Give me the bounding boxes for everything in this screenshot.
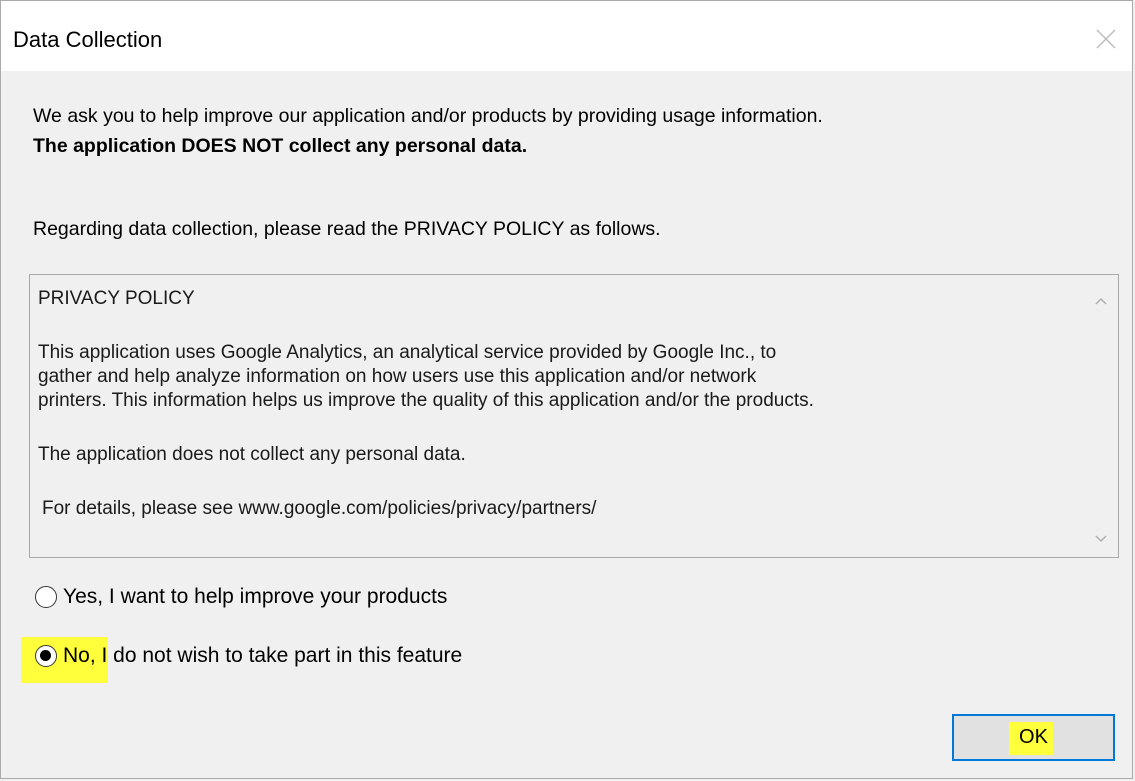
option-yes-label: Yes, I want to help improve your product… xyxy=(63,585,448,608)
policy-scrollbar[interactable] xyxy=(1084,275,1118,557)
policy-heading: PRIVACY POLICY xyxy=(38,288,195,309)
regarding-text: Regarding data collection, please read t… xyxy=(33,218,661,240)
option-yes[interactable]: Yes, I want to help improve your product… xyxy=(35,585,447,609)
radio-no[interactable] xyxy=(35,645,57,667)
dialog-title: Data Collection xyxy=(13,27,163,52)
close-icon xyxy=(1096,29,1116,49)
intro-text: We ask you to help improve our applicati… xyxy=(33,101,823,161)
scroll-up-icon[interactable] xyxy=(1092,293,1110,311)
policy-no-personal-data: The application does not collect any per… xyxy=(38,444,466,465)
option-no-label: No, I do not wish to take part in this f… xyxy=(63,644,463,667)
intro-line: We ask you to help improve our applicati… xyxy=(33,105,823,127)
policy-details-link: For details, please see www.google.com/p… xyxy=(42,498,597,519)
privacy-policy-text: PRIVACY POLICY This application uses Goo… xyxy=(38,287,1078,521)
ok-button[interactable]: OK xyxy=(952,714,1115,761)
title-bar: Data Collection xyxy=(1,1,1132,71)
policy-line: gather and help analyze information on h… xyxy=(38,366,757,387)
scroll-down-icon[interactable] xyxy=(1092,529,1110,547)
policy-line: This application uses Google Analytics, … xyxy=(38,342,777,363)
data-collection-dialog: Data Collection We ask you to help impro… xyxy=(0,0,1133,779)
privacy-policy-box[interactable]: PRIVACY POLICY This application uses Goo… xyxy=(29,274,1119,558)
close-button[interactable] xyxy=(1090,23,1122,55)
radio-yes[interactable] xyxy=(35,586,57,608)
ok-button-label: OK xyxy=(1019,726,1048,748)
option-no[interactable]: No, I do not wish to take part in this f… xyxy=(35,644,462,668)
policy-line: printers. This information helps us impr… xyxy=(38,390,814,411)
intro-bold-line: The application DOES NOT collect any per… xyxy=(33,135,528,157)
policy-paragraph: This application uses Google Analytics, … xyxy=(38,341,1078,413)
